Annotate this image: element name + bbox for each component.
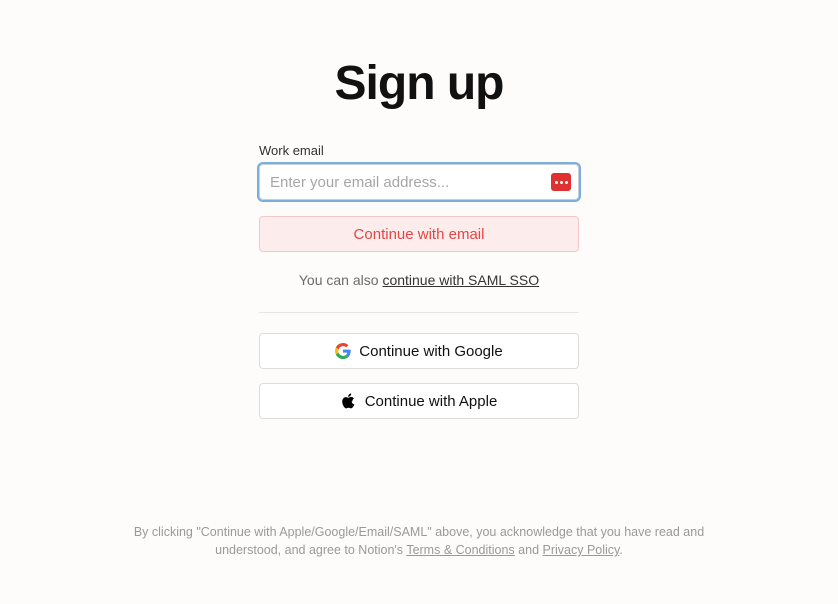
email-input-wrapper <box>259 164 579 200</box>
continue-email-button[interactable]: Continue with email <box>259 216 579 252</box>
apple-icon <box>341 393 357 409</box>
terms-link[interactable]: Terms & Conditions <box>406 543 514 557</box>
divider <box>259 312 579 313</box>
legal-text: By clicking "Continue with Apple/Google/… <box>0 523 838 561</box>
google-icon <box>335 343 351 359</box>
privacy-link[interactable]: Privacy Policy <box>543 543 620 557</box>
sso-text: You can also continue with SAML SSO <box>259 272 579 288</box>
email-label: Work email <box>259 143 579 158</box>
sso-prefix: You can also <box>299 272 383 288</box>
legal-text-3: . <box>619 543 622 557</box>
continue-apple-button[interactable]: Continue with Apple <box>259 383 579 419</box>
continue-google-button[interactable]: Continue with Google <box>259 333 579 369</box>
google-button-label: Continue with Google <box>359 343 502 360</box>
legal-text-2: and <box>515 543 543 557</box>
password-manager-icon[interactable] <box>551 173 571 191</box>
saml-sso-link[interactable]: continue with SAML SSO <box>382 272 539 288</box>
email-input[interactable] <box>259 164 579 200</box>
page-title: Sign up <box>259 56 579 111</box>
apple-button-label: Continue with Apple <box>365 393 498 410</box>
